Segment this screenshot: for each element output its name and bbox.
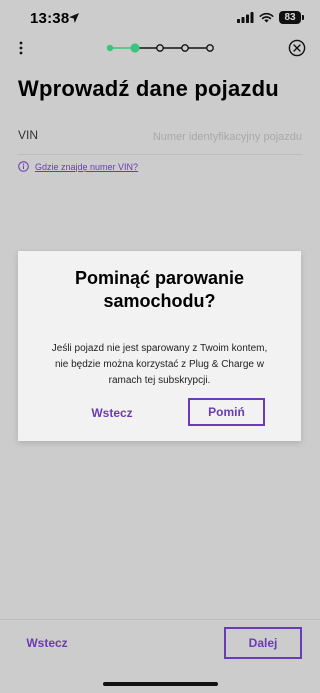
battery-level: 83 (279, 11, 301, 24)
dialog-title: Pominąć parowanie samochodu? (18, 267, 301, 313)
vin-field: VIN (18, 126, 302, 155)
status-bar: 13:38 83 (0, 0, 320, 40)
footer-divider (0, 619, 320, 620)
dialog-message-line: nie będzie można korzystać z Plug & Char… (55, 359, 264, 370)
dialog-back-button[interactable]: Wstecz (64, 400, 160, 426)
dialog-skip-button[interactable]: Pomiń (188, 398, 265, 426)
dialog-title-line: samochodu? (103, 291, 216, 311)
next-button[interactable]: Dalej (224, 627, 302, 659)
status-icons: 83 (237, 11, 304, 24)
vin-help[interactable]: Gdzie znajdę numer VIN? (18, 161, 138, 172)
dialog-message-line: ramach tej subskrypcji. (108, 375, 211, 386)
page-title: Wprowadź dane pojazdu (18, 76, 279, 101)
back-button[interactable]: Wstecz (18, 628, 76, 658)
screen: 13:38 83 Wprowadź dane pojazdu VIN Numer… (0, 0, 320, 693)
vin-help-link[interactable]: Gdzie znajdę numer VIN? (35, 162, 138, 172)
home-indicator (103, 682, 218, 686)
battery-icon: 83 (279, 11, 304, 24)
signal-icon (237, 12, 254, 23)
top-bar (0, 36, 320, 60)
stepper-step-upcoming (206, 44, 214, 52)
skip-pairing-dialog: Pominąć parowanie samochodu? Jeśli pojaz… (18, 251, 301, 441)
info-icon (18, 161, 29, 172)
dialog-message: Jeśli pojazd nie jest sparowany z Twoim … (38, 341, 281, 389)
battery-cap (302, 15, 304, 20)
stepper-step-completed (106, 44, 114, 52)
location-arrow-icon (69, 13, 79, 23)
vin-input[interactable] (122, 126, 302, 148)
stepper-step-upcoming (156, 44, 164, 52)
stepper-step-current (130, 43, 140, 53)
progress-stepper (106, 43, 214, 53)
dialog-title-line: Pominąć parowanie (74, 268, 245, 288)
dialog-message-line: Jeśli pojazd nie jest sparowany z Twoim … (51, 343, 268, 354)
status-time: 13:38 (30, 10, 70, 27)
vin-label: VIN (18, 128, 39, 142)
wifi-icon (259, 12, 274, 23)
stepper-step-upcoming (181, 44, 189, 52)
close-icon[interactable] (288, 39, 306, 57)
more-options-icon[interactable] (14, 40, 28, 56)
